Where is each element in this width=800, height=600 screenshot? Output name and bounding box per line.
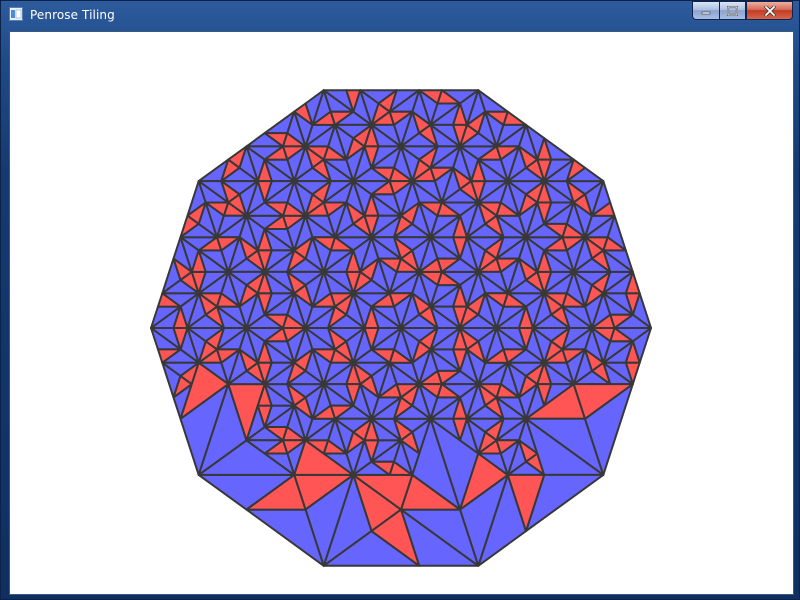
window-controls: [692, 1, 793, 21]
title-bar[interactable]: Penrose Tiling: [1, 1, 799, 30]
maximize-icon: [727, 5, 738, 16]
app-icon: [9, 7, 23, 21]
close-icon: [763, 5, 776, 16]
app-window: Penrose Tiling: [0, 0, 800, 600]
thin-tile: [502, 110, 527, 126]
penrose-tiling-canvas[interactable]: [10, 32, 793, 594]
client-area: [9, 31, 794, 595]
maximize-button[interactable]: [719, 1, 746, 20]
minimize-icon: [701, 11, 711, 14]
close-button[interactable]: [746, 1, 793, 20]
minimize-button[interactable]: [692, 1, 719, 20]
tile-group: [150, 89, 652, 567]
window-title: Penrose Tiling: [30, 8, 115, 22]
